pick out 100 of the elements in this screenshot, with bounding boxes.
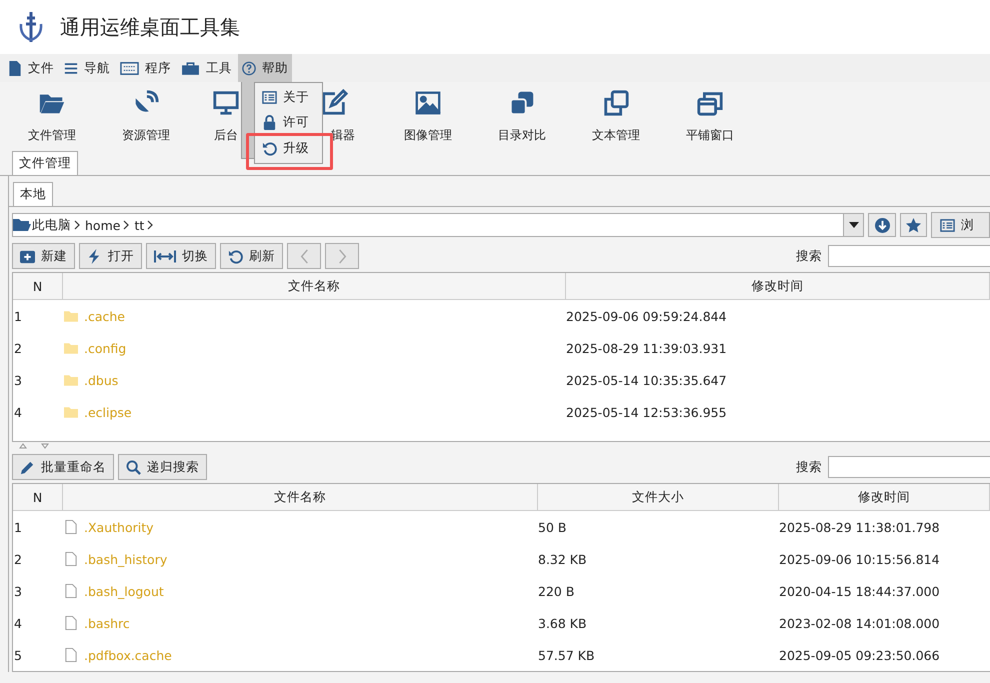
row-number: 1 (13, 518, 23, 536)
undo-icon (262, 140, 277, 156)
splitter-arrows-icon[interactable] (19, 443, 49, 449)
table-cell-text: 57.57 KB (538, 646, 596, 664)
chevron-right-icon (74, 220, 80, 230)
path-segment[interactable]: home (84, 218, 122, 232)
column-header[interactable]: N (13, 273, 63, 299)
toolbar-button[interactable]: 图像管理 (381, 82, 475, 150)
dropdown-button[interactable] (843, 213, 864, 237)
list-icon (940, 218, 956, 232)
toolbar-label: 文件管理 (27, 126, 77, 144)
toolbar-button[interactable]: 平铺窗口 (663, 82, 757, 150)
star-icon (906, 218, 921, 232)
menu-icon (64, 60, 78, 76)
column-header[interactable]: 文件名称 (63, 273, 566, 299)
menu-item[interactable]: 帮助 (238, 54, 292, 82)
column-header[interactable]: 修改时间 (566, 273, 990, 299)
panel-tab[interactable]: 本地 (13, 182, 53, 206)
menu-item[interactable]: 导航 (60, 54, 114, 82)
column-header[interactable]: 修改时间 (779, 484, 990, 510)
menu-item[interactable]: 程序 (116, 54, 175, 82)
folder-icon (13, 218, 31, 232)
file-icon (64, 520, 78, 534)
browse-button[interactable]: 浏 (931, 212, 990, 238)
file-icon (64, 648, 78, 662)
menu-item[interactable]: 许可 (255, 114, 322, 132)
open-button[interactable]: 打开 (79, 243, 142, 269)
folder-icon (64, 341, 78, 355)
edit-icon (320, 88, 348, 116)
favorite-button[interactable] (900, 213, 928, 237)
refresh-icon (228, 248, 243, 264)
panel-tab[interactable]: 文件管理 (12, 151, 78, 175)
table-cell-text: 2023-02-08 14:01:08.000 (779, 614, 941, 632)
list-icon (262, 90, 277, 106)
switch-button[interactable]: 切换 (146, 243, 216, 269)
table-cell-text: 2025-09-06 10:15:56.814 (779, 550, 941, 568)
toolbar-label: 文本管理 (591, 126, 641, 144)
image-icon (414, 88, 442, 116)
toolbox-icon (181, 60, 200, 76)
search-field[interactable] (828, 245, 990, 267)
table-cell-text: 50 B (538, 518, 568, 536)
table-cell-text: 2025-05-14 10:35:35.647 (566, 372, 728, 390)
toolbar-label: 图像管理 (403, 126, 453, 144)
path-segment[interactable]: tt (133, 218, 146, 232)
row-number: 3 (13, 372, 23, 390)
column-header[interactable]: 文件名称 (63, 484, 538, 510)
path-field[interactable]: 此电脑 home tt (12, 213, 844, 237)
menu-item[interactable]: 升级 (255, 140, 322, 157)
table-cell-text: 2025-08-29 11:38:01.798 (779, 518, 941, 536)
row-number: 4 (13, 404, 23, 422)
recursive-search-button[interactable]: 递归搜索 (118, 454, 207, 480)
toolbar-button[interactable]: 资源管理 (99, 82, 193, 150)
folder-icon (64, 309, 78, 323)
path-segment[interactable]: 此电脑 (31, 216, 72, 234)
file-icon (64, 584, 78, 598)
menu-item[interactable]: 工具 (177, 54, 236, 82)
toolbar-label: 后台 (213, 126, 239, 144)
file-icon (64, 552, 78, 566)
toolbar-button[interactable]: 文件管理 (5, 82, 99, 150)
toolbar-label: 平铺窗口 (685, 126, 735, 144)
row-number: 4 (13, 614, 23, 632)
pencil-icon (20, 460, 35, 474)
row-number: 2 (13, 340, 23, 358)
toolbar-button[interactable]: 文本管理 (569, 82, 663, 150)
column-header[interactable]: N (13, 484, 63, 510)
row-number: 5 (13, 646, 23, 664)
search-field[interactable] (828, 456, 990, 478)
download-icon (874, 218, 890, 232)
document-icon (8, 60, 22, 76)
row-number: 3 (13, 582, 23, 600)
table-cell-text: 2025-08-29 11:39:03.931 (566, 340, 728, 358)
chevron-right-icon (147, 220, 154, 230)
table-cell-text: 2025-09-05 09:23:50.066 (779, 646, 941, 664)
menu-item[interactable]: 关于 (255, 89, 322, 106)
download-button[interactable] (868, 213, 896, 237)
refresh-button[interactable]: 刷新 (220, 243, 283, 269)
folder-icon (64, 373, 78, 387)
search-label: 搜索 (796, 458, 822, 476)
toolbar-label: 目录对比 (497, 126, 547, 144)
chevron-right-icon (123, 220, 130, 230)
table-cell-text: 3.68 KB (538, 614, 588, 632)
column-header[interactable]: 文件大小 (538, 484, 779, 510)
lock-icon (262, 115, 277, 130)
new-button[interactable]: 新建 (12, 243, 75, 269)
lightning-icon (87, 248, 102, 264)
batch-rename-button[interactable]: 批量重命名 (12, 454, 114, 480)
row-number: 1 (13, 308, 23, 326)
keyboard-icon (120, 60, 139, 76)
plus-icon (20, 248, 35, 264)
folder-icon (64, 405, 78, 419)
file-icon (64, 616, 78, 630)
monitor-icon (212, 88, 240, 116)
toolbar-button[interactable]: 目录对比 (475, 82, 569, 150)
table-cell-text: 2025-09-06 09:59:24.844 (566, 308, 728, 326)
menu-item[interactable]: 文件 (4, 54, 58, 82)
copy-icon (602, 88, 630, 116)
help-icon (242, 60, 256, 76)
row-number: 2 (13, 550, 23, 568)
table-cell-text: 8.32 KB (538, 550, 588, 568)
arrows-horizontal-icon (154, 248, 176, 264)
